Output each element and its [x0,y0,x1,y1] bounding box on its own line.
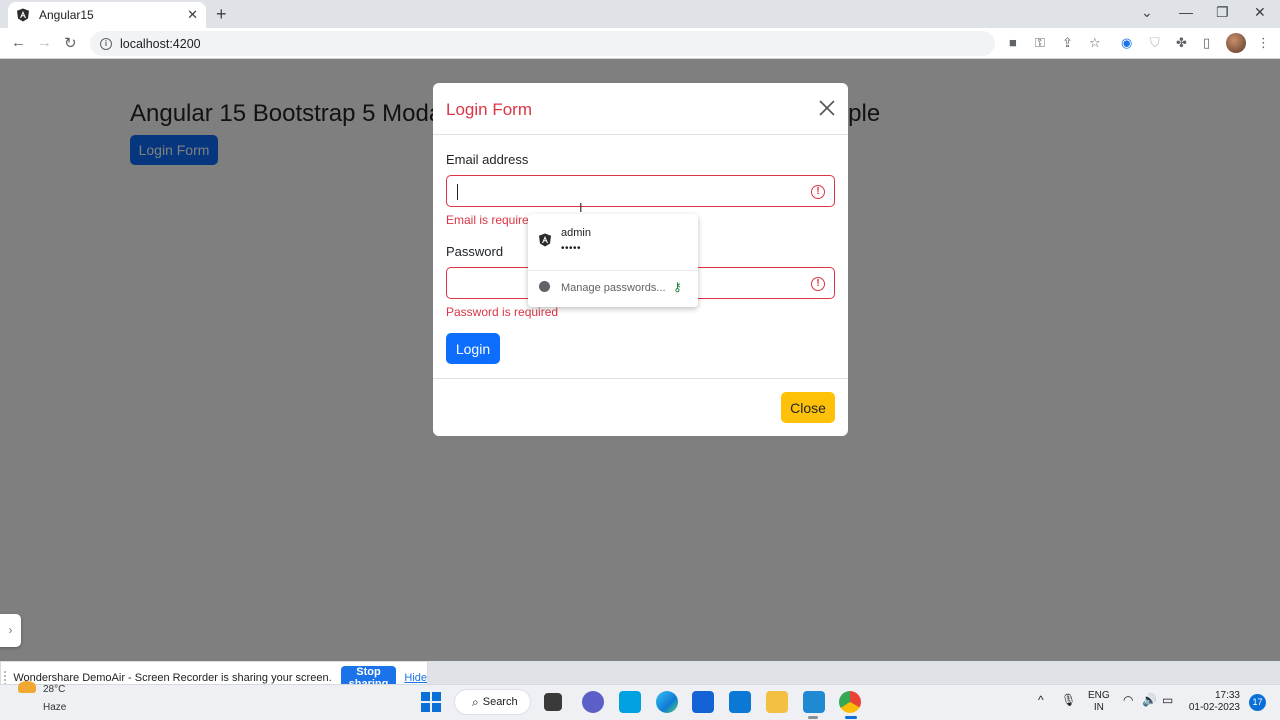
taskbar-search[interactable]: ⌕ Search [454,689,531,715]
address-bar[interactable]: i localhost:4200 [90,31,995,56]
password-autofill-popup: admin ••••• Manage passwords... ⚷ [528,214,698,307]
error-icon: ! [811,277,825,291]
lang-bottom: IN [1093,702,1104,713]
skype-icon[interactable] [619,691,641,713]
extensions-puzzle-icon[interactable]: ✤ [1176,35,1187,51]
divider [528,270,698,271]
login-button[interactable]: Login [446,333,500,364]
running-indicator [808,716,818,719]
weather-temp: 28°C [43,684,66,695]
angular-icon [539,233,551,247]
clock-date: 01-02-2023 [1188,702,1240,713]
email-label: Email address [446,152,529,167]
url-text: localhost:4200 [120,36,201,51]
store-icon[interactable] [692,691,714,713]
reload-icon[interactable]: ↻ [64,34,77,52]
close-button[interactable]: Close [781,392,835,423]
microphone-icon[interactable]: 🎙 [1061,694,1076,706]
chevron-up-icon[interactable]: ^ [1038,694,1044,706]
chrome-icon [539,281,550,292]
text-cursor-icon: I [579,200,583,215]
password-error-text: Password is required [446,305,559,319]
wifi-icon[interactable]: ◠ [1123,694,1133,706]
modal-footer: Close [433,378,848,436]
site-info-icon[interactable]: i [100,37,112,50]
clock[interactable]: 17:33 01-02-2023 [1188,690,1240,714]
angular-icon [16,8,30,22]
browser-toolbar: ← → ↻ i localhost:4200 ■ ⚿ ⇪ ☆ ◉ ⛉ ✤ ▯ ⋮ [0,28,1280,59]
windows-start-icon[interactable] [421,692,441,712]
menu-dots-icon[interactable]: ⋮ [1257,35,1270,51]
lang-top: ENG [1088,690,1110,701]
notification-badge[interactable]: 17 [1249,694,1266,711]
side-panel-icon[interactable]: ▯ [1203,35,1210,51]
drag-handle[interactable] [4,671,11,685]
forward-icon[interactable]: → [37,34,52,51]
volume-icon[interactable]: 🔊 [1142,694,1157,706]
weather-icon[interactable] [18,681,36,693]
bookmark-star-icon[interactable]: ☆ [1089,35,1101,51]
vscode-icon[interactable] [803,691,825,713]
language-indicator[interactable]: ENG IN [1088,690,1110,714]
close-tab-icon[interactable]: ✕ [187,7,198,23]
manage-passwords-link[interactable]: Manage passwords... [561,282,666,294]
search-icon: ⌕ [472,694,479,709]
weather-desc: Haze [43,702,67,713]
new-tab-icon[interactable]: + [216,4,227,24]
camera-icon[interactable]: ■ [1009,35,1017,50]
extension-person-icon[interactable]: ◉ [1121,35,1132,51]
chrome-icon[interactable] [839,691,861,713]
key-icon: ⚷ [673,280,682,294]
share-icon[interactable]: ⇪ [1062,35,1073,51]
key-icon[interactable]: ⚿ [1035,35,1045,51]
browser-tab-strip: Angular15 ✕ + ⌄ — ❐ ✕ [0,0,1280,28]
saved-username[interactable]: admin [561,227,591,239]
edge-icon[interactable] [656,691,678,713]
share-message: Wondershare DemoAir - Screen Recorder is… [13,672,332,684]
saved-password-mask[interactable]: ••••• [561,243,581,254]
close-window-icon[interactable]: ✕ [1254,4,1266,21]
tab-search-icon[interactable]: ⌄ [1141,4,1153,21]
task-view-icon[interactable] [544,693,562,711]
file-explorer-icon[interactable] [766,691,788,713]
tab-title: Angular15 [39,8,94,22]
modal-title: Login Form [446,100,532,119]
hide-link[interactable]: Hide [404,672,427,684]
close-icon[interactable] [818,99,836,117]
maximize-icon[interactable]: ❐ [1216,4,1229,21]
shield-icon[interactable]: ⛉ [1150,35,1160,51]
text-caret [457,184,458,200]
back-icon[interactable]: ← [11,34,26,51]
teams-chat-icon[interactable] [582,691,604,713]
browser-tab[interactable]: Angular15 ✕ [8,2,206,28]
error-icon: ! [811,185,825,199]
taskbar: 28°C Haze ⌕ Search ^ 🎙 ENG IN ◠ 🔊 ▭ 17:3… [0,681,1280,720]
email-error-text: Email is required [446,213,536,227]
profile-avatar[interactable] [1226,33,1246,53]
search-label: Search [482,696,518,708]
chevron-right-icon[interactable]: › [0,614,21,647]
page-viewport: Angular 15 Bootstrap 5 Modal Login Form … [0,59,1280,661]
clock-time: 17:33 [1214,690,1240,701]
email-field[interactable]: ! [446,175,835,207]
battery-icon[interactable]: ▭ [1162,694,1173,706]
modal-header: Login Form [433,83,848,135]
minimize-icon[interactable]: — [1179,4,1193,20]
active-indicator [845,716,857,719]
password-label: Password [446,244,504,259]
mail-icon[interactable] [729,691,751,713]
